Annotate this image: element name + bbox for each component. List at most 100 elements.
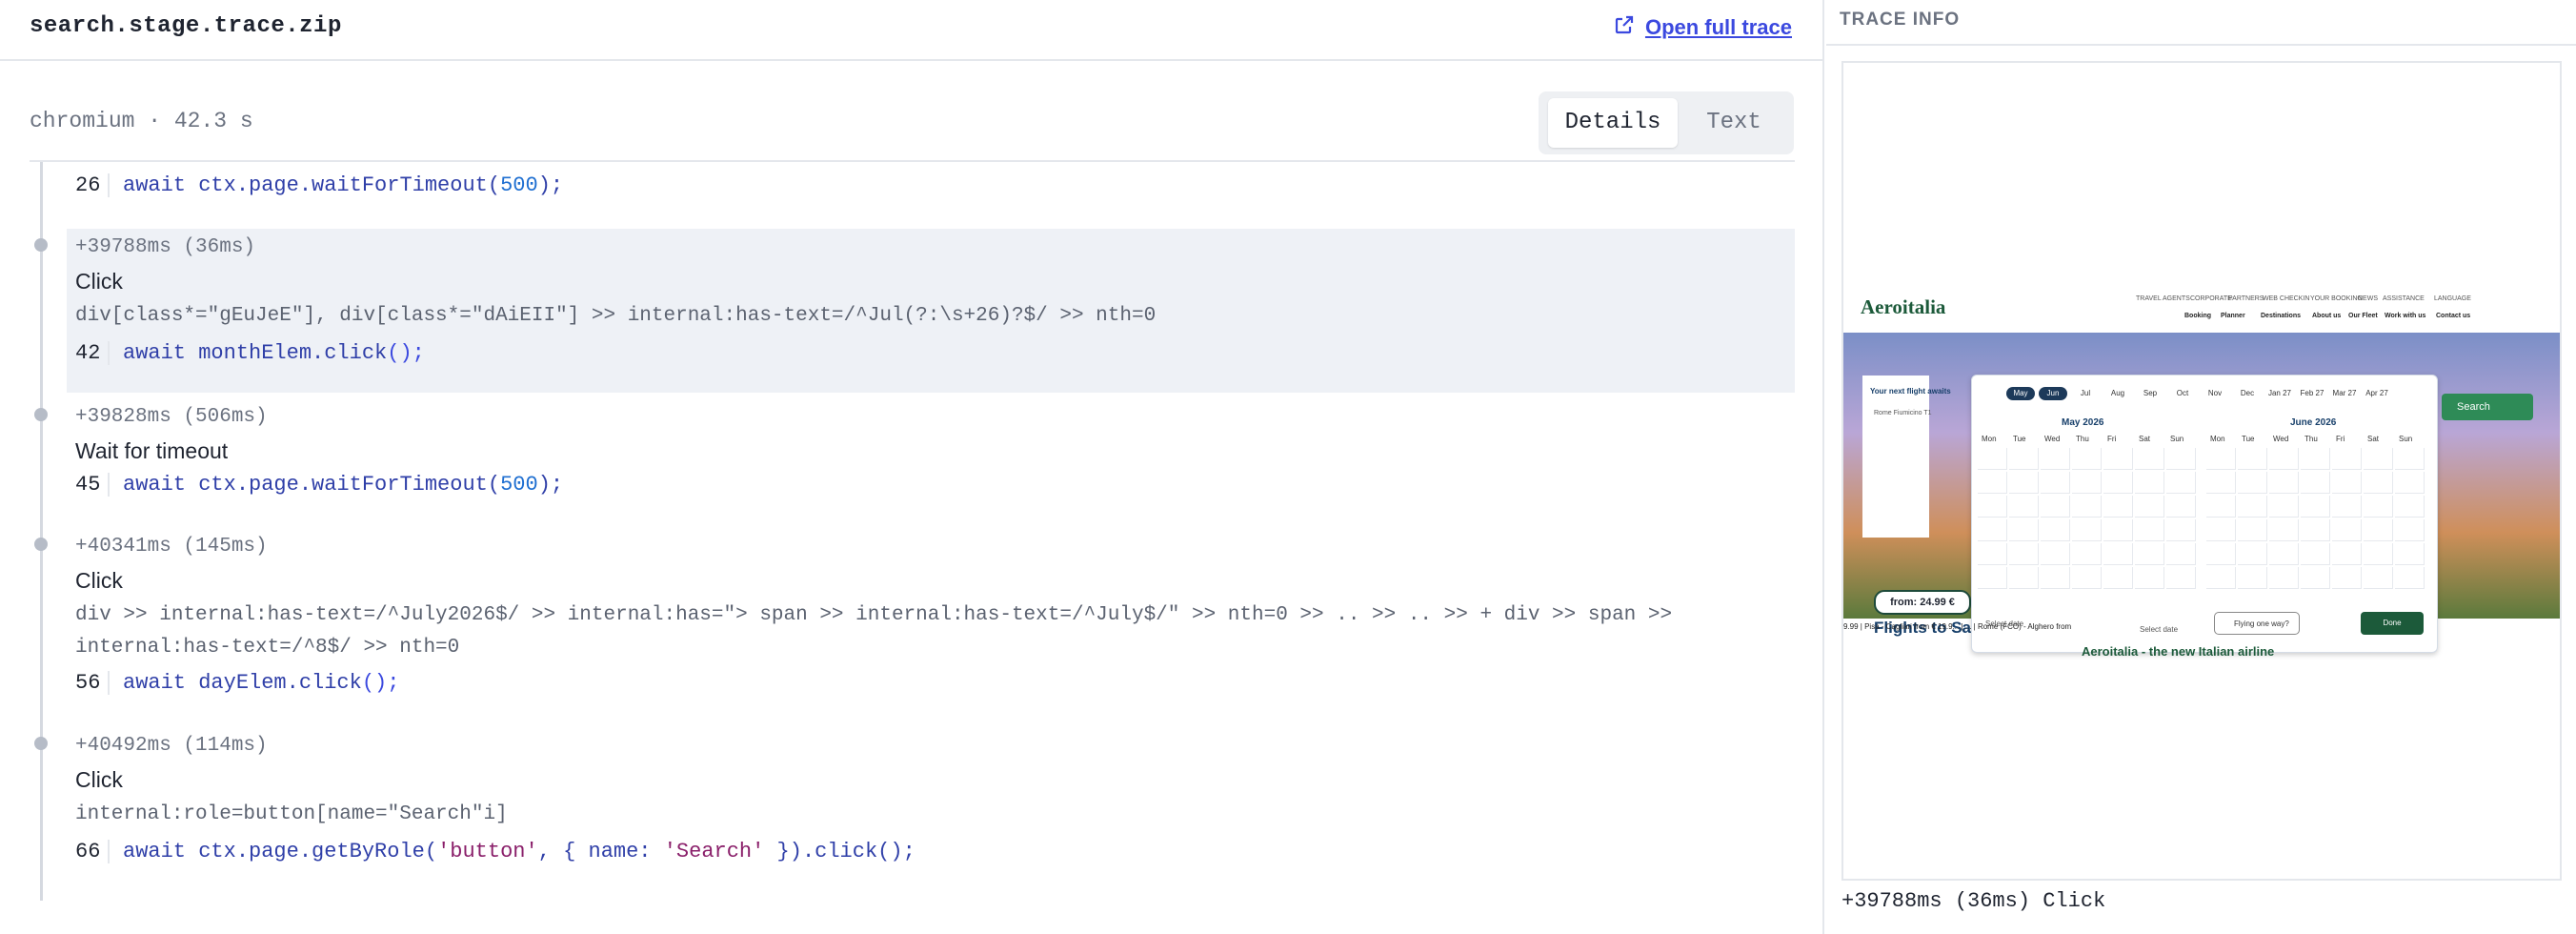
header-bar: search.stage.trace.zip Open full trace [0,0,1824,61]
site-nav-link: Planner [2221,313,2245,319]
browser-duration-meta: chromium · 42.3 s [30,109,253,133]
site-calendar-cell [2395,567,2425,589]
site-calendar-cell [1978,567,2007,589]
open-full-trace-label[interactable]: Open full trace [1645,15,1792,40]
site-weekday: Mon [2210,435,2225,443]
site-calendar-cell [2009,448,2039,470]
site-calendar-cell [2238,472,2267,494]
line-number: 45 [75,473,110,497]
site-calendar-cell [2135,448,2164,470]
site-top-link: TRAVEL AGENTS [2136,295,2190,302]
code-line: 45 await ctx.page.waitForTimeout(500); [75,473,563,497]
code-line: 42 await monthElem.click(); [75,341,425,365]
step-marker [34,408,48,421]
site-calendar-cell [2269,496,2299,518]
step-item[interactable]: +39788ms (36ms) Click div[class*="gEuJeE… [67,229,1795,393]
site-calendar-cell [2166,543,2196,565]
tab-text[interactable]: Text [1683,98,1784,148]
site-calendar-cell [2041,543,2070,565]
trace-details-panel: search.stage.trace.zip Open full trace c… [0,0,1824,934]
step-item[interactable]: +39828ms (506ms) Wait for timeout 45 awai… [67,398,1795,513]
trace-file-title: search.stage.trace.zip [30,13,342,39]
code-text: await monthElem.click [123,341,388,365]
tab-details[interactable]: Details [1548,98,1678,148]
site-calendar-cell [1978,519,2007,541]
step-selector: internal:role=button[name="Search"i] [75,803,508,825]
site-month-pill: Dec [2240,389,2255,397]
site-calendar-cell [2041,448,2070,470]
step-timeline[interactable]: 26 await ctx.page.waitForTimeout(500); +3… [0,162,1824,901]
step-item[interactable]: +40492ms (114ms) Click internal:role=but… [67,727,1795,870]
site-calendar-cell [2041,519,2070,541]
step-time: +39828ms (506ms) [75,406,268,428]
site-calendar-cell [2041,472,2070,494]
site-search-button: Search [2442,394,2533,420]
site-weekday: Thu [2304,435,2318,443]
step-time: +39788ms (36ms) [75,236,256,258]
site-calendar-cell [2301,567,2330,589]
site-weekday: Sat [2367,435,2380,443]
site-calendar-cell [2238,519,2267,541]
site-calendar-cell [2166,496,2196,518]
site-weekday: Thu [2076,435,2089,443]
site-nav-link: Work with us [2385,313,2426,319]
site-calendar-cell [1978,543,2007,565]
site-calendar-cell [2269,448,2299,470]
site-calendar-cell [2206,543,2236,565]
site-month-pill: Oct [2176,389,2189,397]
site-calendar-cell [2238,543,2267,565]
site-calendar-cell [2166,472,2196,494]
site-nav-link: Destinations [2261,313,2302,319]
step-title: Click [75,568,123,593]
site-top-link: NEWS [2358,295,2378,302]
site-calendar-cell [2395,448,2425,470]
site-month-pill: Jul [2080,389,2091,397]
site-ticker: 9.99 | Pisa - Cagliari from € 19.9... | … [1843,622,2072,631]
code-text: await ctx.page.waitForTimeout( [123,173,501,197]
site-calendar-cell [1978,472,2007,494]
step-selector: div >> internal:has-text=/^July2026$/ >>… [75,604,1684,659]
sub-header: chromium · 42.3 s Details Text [0,91,1824,158]
step-item[interactable]: +40341ms (145ms) Click div >> internal:h… [67,528,1795,709]
line-number: 42 [75,341,110,365]
site-next-flight: Your next flight awaits [1870,387,1951,396]
site-calendar-cell [2364,472,2393,494]
site-weekday: Tue [2013,435,2026,443]
code-text: (); [361,671,400,695]
site-origin: Rome Fiumicino T1 [1874,410,1932,416]
step-title: Click [75,269,123,294]
screenshot-preview[interactable]: Aeroitalia TRAVEL AGENTS CORPORATE PARTN… [1841,61,2562,881]
site-calendar-cell [2041,567,2070,589]
site-calendar-cell [2072,519,2102,541]
site-calendar-cell [2103,519,2133,541]
site-calendar-cell [2332,519,2362,541]
step-time: +40341ms (145ms) [75,536,268,558]
site-calendar-cell [2332,448,2362,470]
site-top-link: WEB CHECKIN [2263,295,2310,302]
site-calendar-cell [2009,567,2039,589]
site-calendar-cell [2301,496,2330,518]
site-weekday: Wed [2044,435,2061,443]
site-weekday: Wed [2273,435,2289,443]
site-cal-title: May 2026 [2062,417,2104,428]
site-calendar-cell [1978,496,2007,518]
site-calendar-cell [2135,472,2164,494]
code-number: 500 [500,473,538,497]
screenshot-caption: +39788ms (36ms) Click [1841,889,2106,913]
code-text: ); [537,473,564,497]
code-line: 56 await dayElem.click(); [75,671,399,695]
step-selector: div[class*="gEuJeE"], div[class*="dAiEII… [75,305,1157,327]
site-month-pill: Aug [2110,389,2125,397]
step-marker [34,238,48,252]
site-calendar-cell [2072,496,2102,518]
open-full-trace-link[interactable]: Open full trace [1613,13,1792,42]
step-time: +40492ms (114ms) [75,735,268,757]
site-logo: Aeroitalia [1861,295,1946,318]
code-line: 66 await ctx.page.getByRole('button', { n… [75,840,916,863]
site-booking-card: Your next flight awaits Rome Fiumicino T… [1862,376,1951,538]
site-calendar-cell [2364,448,2393,470]
site-calendar-cell [2238,496,2267,518]
code-text: await dayElem.click [123,671,362,695]
code-text: }).click(); [764,840,916,863]
site-calendar-cell [2103,448,2133,470]
